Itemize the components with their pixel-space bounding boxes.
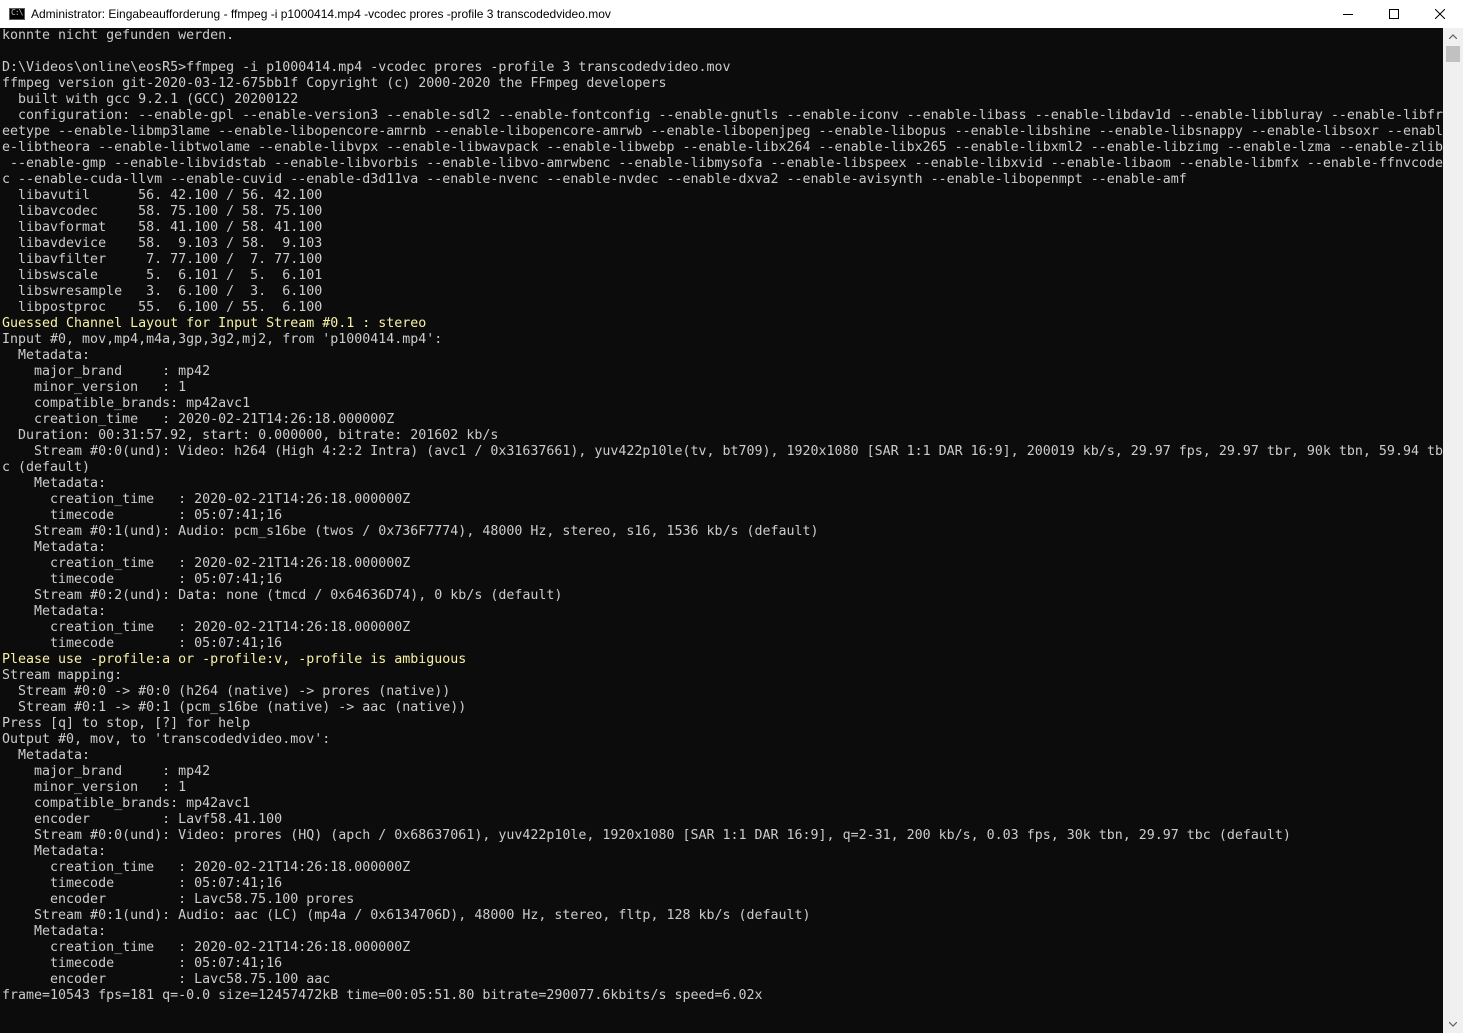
console-line: libswresample 3. 6.100 / 3. 6.100	[2, 284, 323, 299]
scroll-down-arrow-icon	[1449, 1022, 1457, 1027]
console-line: creation_time : 2020-02-21T14:26:18.0000…	[2, 556, 411, 571]
console-line: major_brand : mp42	[2, 364, 211, 379]
console-line: frame=10543 fps=181 q=-0.0 size=12457472…	[2, 988, 763, 1003]
console-line: minor_version : 1	[2, 780, 187, 795]
console-line: Stream #0:1(und): Audio: aac (LC) (mp4a …	[2, 908, 811, 923]
console-line: D:\Videos\online\eosR5>ffmpeg -i p100041…	[2, 60, 731, 75]
console-line: libswscale 5. 6.101 / 5. 6.101	[2, 268, 323, 283]
console-line: Stream #0:1 -> #0:1 (pcm_s16be (native) …	[2, 700, 467, 715]
console-line: Stream #0:0(und): Video: prores (HQ) (ap…	[2, 828, 1291, 843]
console-line: --enable-gmp --enable-libvidstab --enabl…	[2, 156, 1443, 171]
console-line: Output #0, mov, to 'transcodedvideo.mov'…	[2, 732, 331, 747]
console-line: Duration: 00:31:57.92, start: 0.000000, …	[2, 428, 499, 443]
console-line: konnte nicht gefunden werden.	[2, 28, 235, 43]
console-line: timecode : 05:07:41;16	[2, 876, 283, 891]
console-line: libavfilter 7. 77.100 / 7. 77.100	[2, 252, 323, 267]
console-line: encoder : Lavc58.75.100 aac	[2, 972, 331, 987]
minimize-button[interactable]	[1325, 0, 1371, 28]
console-line: timecode : 05:07:41;16	[2, 508, 283, 523]
console-line: creation_time : 2020-02-21T14:26:18.0000…	[2, 492, 411, 507]
minimize-icon	[1343, 14, 1353, 15]
console-line: e-libtheora --enable-libtwolame --enable…	[2, 140, 1443, 155]
scroll-up-arrow-icon	[1449, 34, 1457, 39]
console-line: encoder : Lavc58.75.100 prores	[2, 892, 355, 907]
scroll-up-button[interactable]	[1443, 28, 1463, 45]
console-line: c (default)	[2, 460, 91, 475]
console-line: encoder : Lavf58.41.100	[2, 812, 283, 827]
console-line: eetype --enable-libmp3lame --enable-libo…	[2, 124, 1443, 139]
console-lines: konnte nicht gefunden werden. D:\Videos\o…	[2, 28, 1443, 1004]
console-line: c --enable-cuda-llvm --enable-cuvid --en…	[2, 172, 1187, 187]
maximize-button[interactable]	[1371, 0, 1417, 28]
window-controls	[1325, 0, 1463, 28]
console-line: ffmpeg version git-2020-03-12-675bb1f Co…	[2, 76, 667, 91]
console-line: timecode : 05:07:41;16	[2, 636, 283, 651]
title-bar[interactable]: C:\ Administrator: Eingabeaufforderung -…	[0, 0, 1463, 28]
console-line: Metadata:	[2, 348, 91, 363]
console-line: Press [q] to stop, [?] for help	[2, 716, 251, 731]
console-line: Stream mapping:	[2, 668, 123, 683]
console-line: compatible_brands: mp42avc1	[2, 396, 251, 411]
console-line: Metadata:	[2, 604, 107, 619]
close-button[interactable]	[1417, 0, 1463, 28]
maximize-icon	[1389, 9, 1399, 19]
console-line: minor_version : 1	[2, 380, 187, 395]
console-line: libavdevice 58. 9.103 / 58. 9.103	[2, 236, 323, 251]
console-line: libavutil 56. 42.100 / 56. 42.100	[2, 188, 323, 203]
window-title: Administrator: Eingabeaufforderung - ffm…	[31, 7, 611, 21]
console-line: Stream #0:0 -> #0:0 (h264 (native) -> pr…	[2, 684, 451, 699]
console-line: libavcodec 58. 75.100 / 58. 75.100	[2, 204, 323, 219]
console-line: Stream #0:0(und): Video: h264 (High 4:2:…	[2, 444, 1443, 459]
console-line: built with gcc 9.2.1 (GCC) 20200122	[2, 92, 299, 107]
close-icon	[1435, 9, 1445, 19]
console-line: Metadata:	[2, 844, 107, 859]
console-line: configuration: --enable-gpl --enable-ver…	[2, 108, 1443, 123]
console-line: creation_time : 2020-02-21T14:26:18.0000…	[2, 412, 395, 427]
console-line: libpostproc 55. 6.100 / 55. 6.100	[2, 300, 323, 315]
console-warning-line: Please use -profile:a or -profile:v, -pr…	[2, 652, 467, 667]
scroll-down-button[interactable]	[1443, 1016, 1463, 1033]
console-line: Stream #0:2(und): Data: none (tmcd / 0x6…	[2, 588, 563, 603]
console-warning-line: Guessed Channel Layout for Input Stream …	[2, 316, 427, 331]
vertical-scrollbar[interactable]	[1443, 28, 1463, 1033]
console-line: Stream #0:1(und): Audio: pcm_s16be (twos…	[2, 524, 819, 539]
console-line: timecode : 05:07:41;16	[2, 956, 283, 971]
console-line: Metadata:	[2, 748, 91, 763]
console-line: creation_time : 2020-02-21T14:26:18.0000…	[2, 940, 411, 955]
console-icon-glyph: C:\	[11, 8, 23, 17]
scroll-thumb[interactable]	[1446, 46, 1460, 62]
console-line: timecode : 05:07:41;16	[2, 572, 283, 587]
console-line: creation_time : 2020-02-21T14:26:18.0000…	[2, 620, 411, 635]
console-output[interactable]: konnte nicht gefunden werden. D:\Videos\o…	[0, 28, 1443, 1033]
console-line: Metadata:	[2, 540, 107, 555]
console-line: compatible_brands: mp42avc1	[2, 796, 251, 811]
console-icon[interactable]: C:\	[9, 8, 25, 20]
console-line: libavformat 58. 41.100 / 58. 41.100	[2, 220, 323, 235]
console-line: Metadata:	[2, 924, 107, 939]
console-line: creation_time : 2020-02-21T14:26:18.0000…	[2, 860, 411, 875]
console-line: Metadata:	[2, 476, 107, 491]
console-line: Input #0, mov,mp4,m4a,3gp,3g2,mj2, from …	[2, 332, 443, 347]
console-window: C:\ Administrator: Eingabeaufforderung -…	[0, 0, 1463, 1033]
console-line: major_brand : mp42	[2, 764, 211, 779]
